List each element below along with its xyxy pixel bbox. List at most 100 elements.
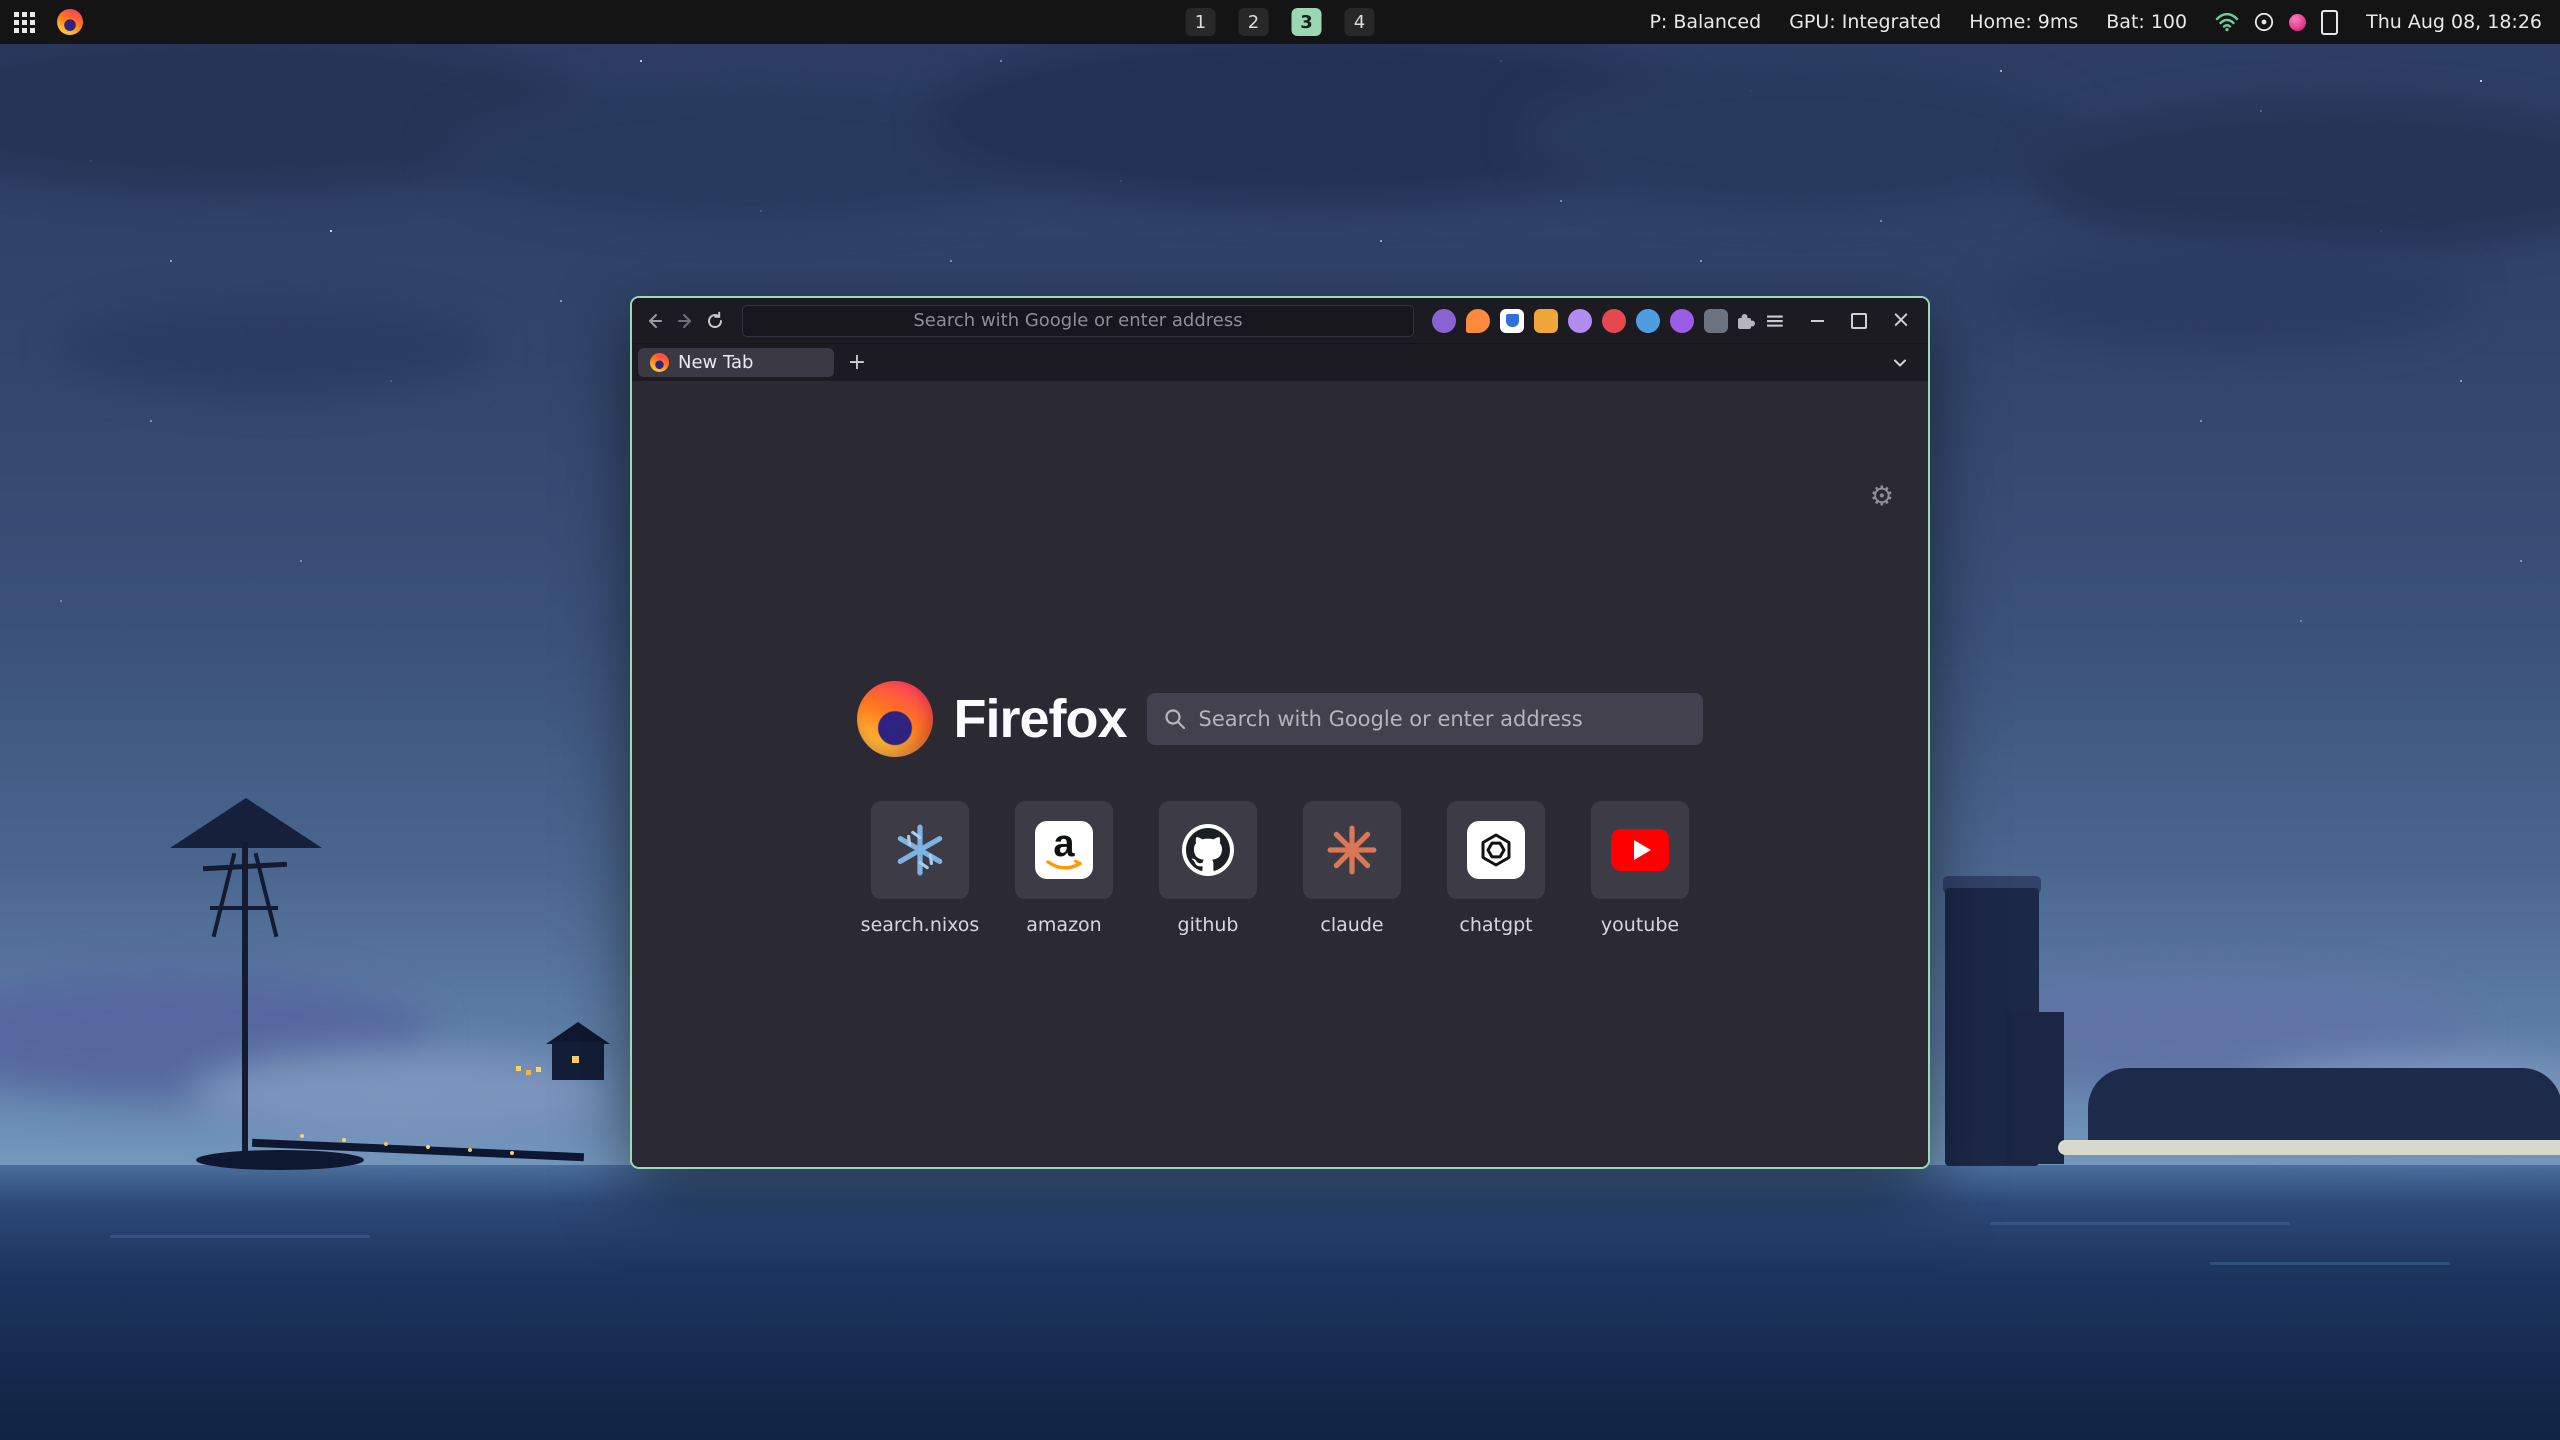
app-grid-icon[interactable] [14, 12, 35, 33]
addon-icon-3[interactable] [1500, 309, 1524, 333]
workspace-button-1[interactable]: 1 [1186, 8, 1216, 36]
back-icon [645, 311, 665, 331]
shortcut-label: claude [1320, 914, 1383, 936]
addon-icon-4[interactable] [1534, 309, 1558, 333]
addon-icons [1432, 309, 1728, 333]
addon-icon-2[interactable] [1466, 309, 1490, 333]
islet-ground [196, 1150, 364, 1170]
watchtower-roof [170, 798, 322, 848]
cloud [60, 300, 490, 395]
window-controls: × [1804, 308, 1914, 334]
addon-icon-7[interactable] [1636, 309, 1660, 333]
firefox-icon[interactable] [57, 9, 83, 35]
system-tray [2215, 10, 2338, 35]
beach-strip [2058, 1140, 2560, 1155]
minimize-button[interactable] [1804, 308, 1830, 334]
youtube-icon [1611, 829, 1669, 871]
firefox-wordmark: Firefox [953, 688, 1126, 750]
nixos-snowflake-icon [893, 823, 947, 877]
close-button[interactable]: × [1888, 308, 1914, 334]
bluetooth-icon[interactable] [2254, 12, 2274, 32]
newtab-search [1147, 693, 1703, 745]
power-profile-module: P: Balanced [1649, 11, 1761, 33]
reload-icon [705, 311, 725, 331]
tab-title: New Tab [678, 352, 753, 373]
cloud [190, 1050, 610, 1140]
shore-bushes [2088, 1068, 2560, 1148]
chevron-down-icon [1892, 355, 1908, 371]
shortcut-label: chatgpt [1459, 914, 1532, 936]
shortcut-label: amazon [1026, 914, 1101, 936]
addon-icon-1[interactable] [1432, 309, 1456, 333]
list-all-tabs-button[interactable] [1886, 349, 1914, 377]
forward-button[interactable] [672, 304, 698, 338]
new-tab-button[interactable]: + [842, 348, 872, 377]
tab-bar: New Tab + [632, 343, 1928, 381]
workspace-button-2[interactable]: 2 [1239, 8, 1269, 36]
menu-button[interactable]: ≡ [1762, 304, 1788, 338]
extensions-button[interactable] [1732, 304, 1758, 338]
water-streak [1990, 1222, 2290, 1225]
shortcut-claude[interactable]: claude [1303, 801, 1401, 936]
pier-lights [300, 1134, 304, 1138]
addon-icon-9[interactable] [1704, 309, 1728, 333]
reload-button[interactable] [702, 304, 728, 338]
newtab-hero: Firefox [632, 677, 1928, 761]
firefox-logo [857, 681, 933, 757]
latency-module: Home: 9ms [1969, 11, 2078, 33]
urlbar-input[interactable] [742, 305, 1414, 337]
clock: Thu Aug 08, 18:26 [2366, 11, 2542, 33]
forward-icon [675, 311, 695, 331]
battery-module: Bat: 100 [2106, 11, 2187, 33]
workspace-switcher: 1 2 3 4 [1186, 0, 1375, 44]
tab-new-tab[interactable]: New Tab [638, 348, 834, 377]
status-bar: 1 2 3 4 P: Balanced GPU: Integrated Home… [0, 0, 2560, 44]
shortcut-grid: search.nixos a amazon [632, 801, 1928, 936]
tray-app-icon[interactable] [2289, 14, 2306, 31]
newtab-settings-button[interactable]: ⚙ [1870, 483, 1894, 510]
back-button[interactable] [642, 304, 668, 338]
urlbar-container [742, 305, 1414, 337]
menu-icon: ≡ [1765, 308, 1786, 333]
hut-window-light [572, 1056, 579, 1063]
wallpaper-ocean [0, 1165, 2560, 1440]
shortcut-github[interactable]: github [1159, 801, 1257, 936]
gpu-module: GPU: Integrated [1789, 11, 1941, 33]
addon-icon-5[interactable] [1568, 309, 1592, 333]
minimize-icon [1811, 320, 1824, 322]
shortcut-search-nixos[interactable]: search.nixos [871, 801, 969, 936]
workspace-button-3[interactable]: 3 [1292, 8, 1322, 36]
workspace-button-4[interactable]: 4 [1345, 8, 1375, 36]
github-icon [1180, 822, 1236, 878]
maximize-button[interactable] [1846, 308, 1872, 334]
sea-stack-ledge [2006, 1012, 2064, 1164]
new-tab-page: ⚙ Firefox [632, 381, 1928, 1167]
cloud [1520, 60, 2080, 210]
firefox-favicon [650, 353, 669, 372]
maximize-icon [1851, 313, 1867, 329]
shortcut-amazon[interactable]: a amazon [1015, 801, 1113, 936]
hut-roof [546, 1022, 610, 1044]
newtab-search-input[interactable] [1147, 693, 1703, 745]
shortcut-label: youtube [1601, 914, 1679, 936]
string-lights [516, 1066, 521, 1071]
amazon-icon: a [1035, 821, 1093, 879]
phone-icon[interactable] [2321, 10, 2338, 35]
cloud [1990, 240, 2470, 350]
shortcut-chatgpt[interactable]: chatgpt [1447, 801, 1545, 936]
claude-icon [1327, 825, 1377, 875]
extensions-puzzle-icon [1734, 310, 1756, 332]
close-icon: × [1891, 309, 1910, 332]
chatgpt-icon [1467, 821, 1525, 879]
firefox-window: ≡ × New Tab + ⚙ Fir [630, 296, 1930, 1169]
search-icon [1163, 707, 1187, 735]
addon-icon-8[interactable] [1670, 309, 1694, 333]
navigation-toolbar: ≡ × [632, 298, 1928, 343]
watchtower-pole [242, 842, 248, 1166]
wifi-icon[interactable] [2215, 13, 2239, 32]
shortcut-youtube[interactable]: youtube [1591, 801, 1689, 936]
addon-icon-6[interactable] [1602, 309, 1626, 333]
desktop: 1 2 3 4 P: Balanced GPU: Integrated Home… [0, 0, 2560, 1440]
water-streak [2210, 1262, 2450, 1265]
shortcut-label: github [1178, 914, 1239, 936]
